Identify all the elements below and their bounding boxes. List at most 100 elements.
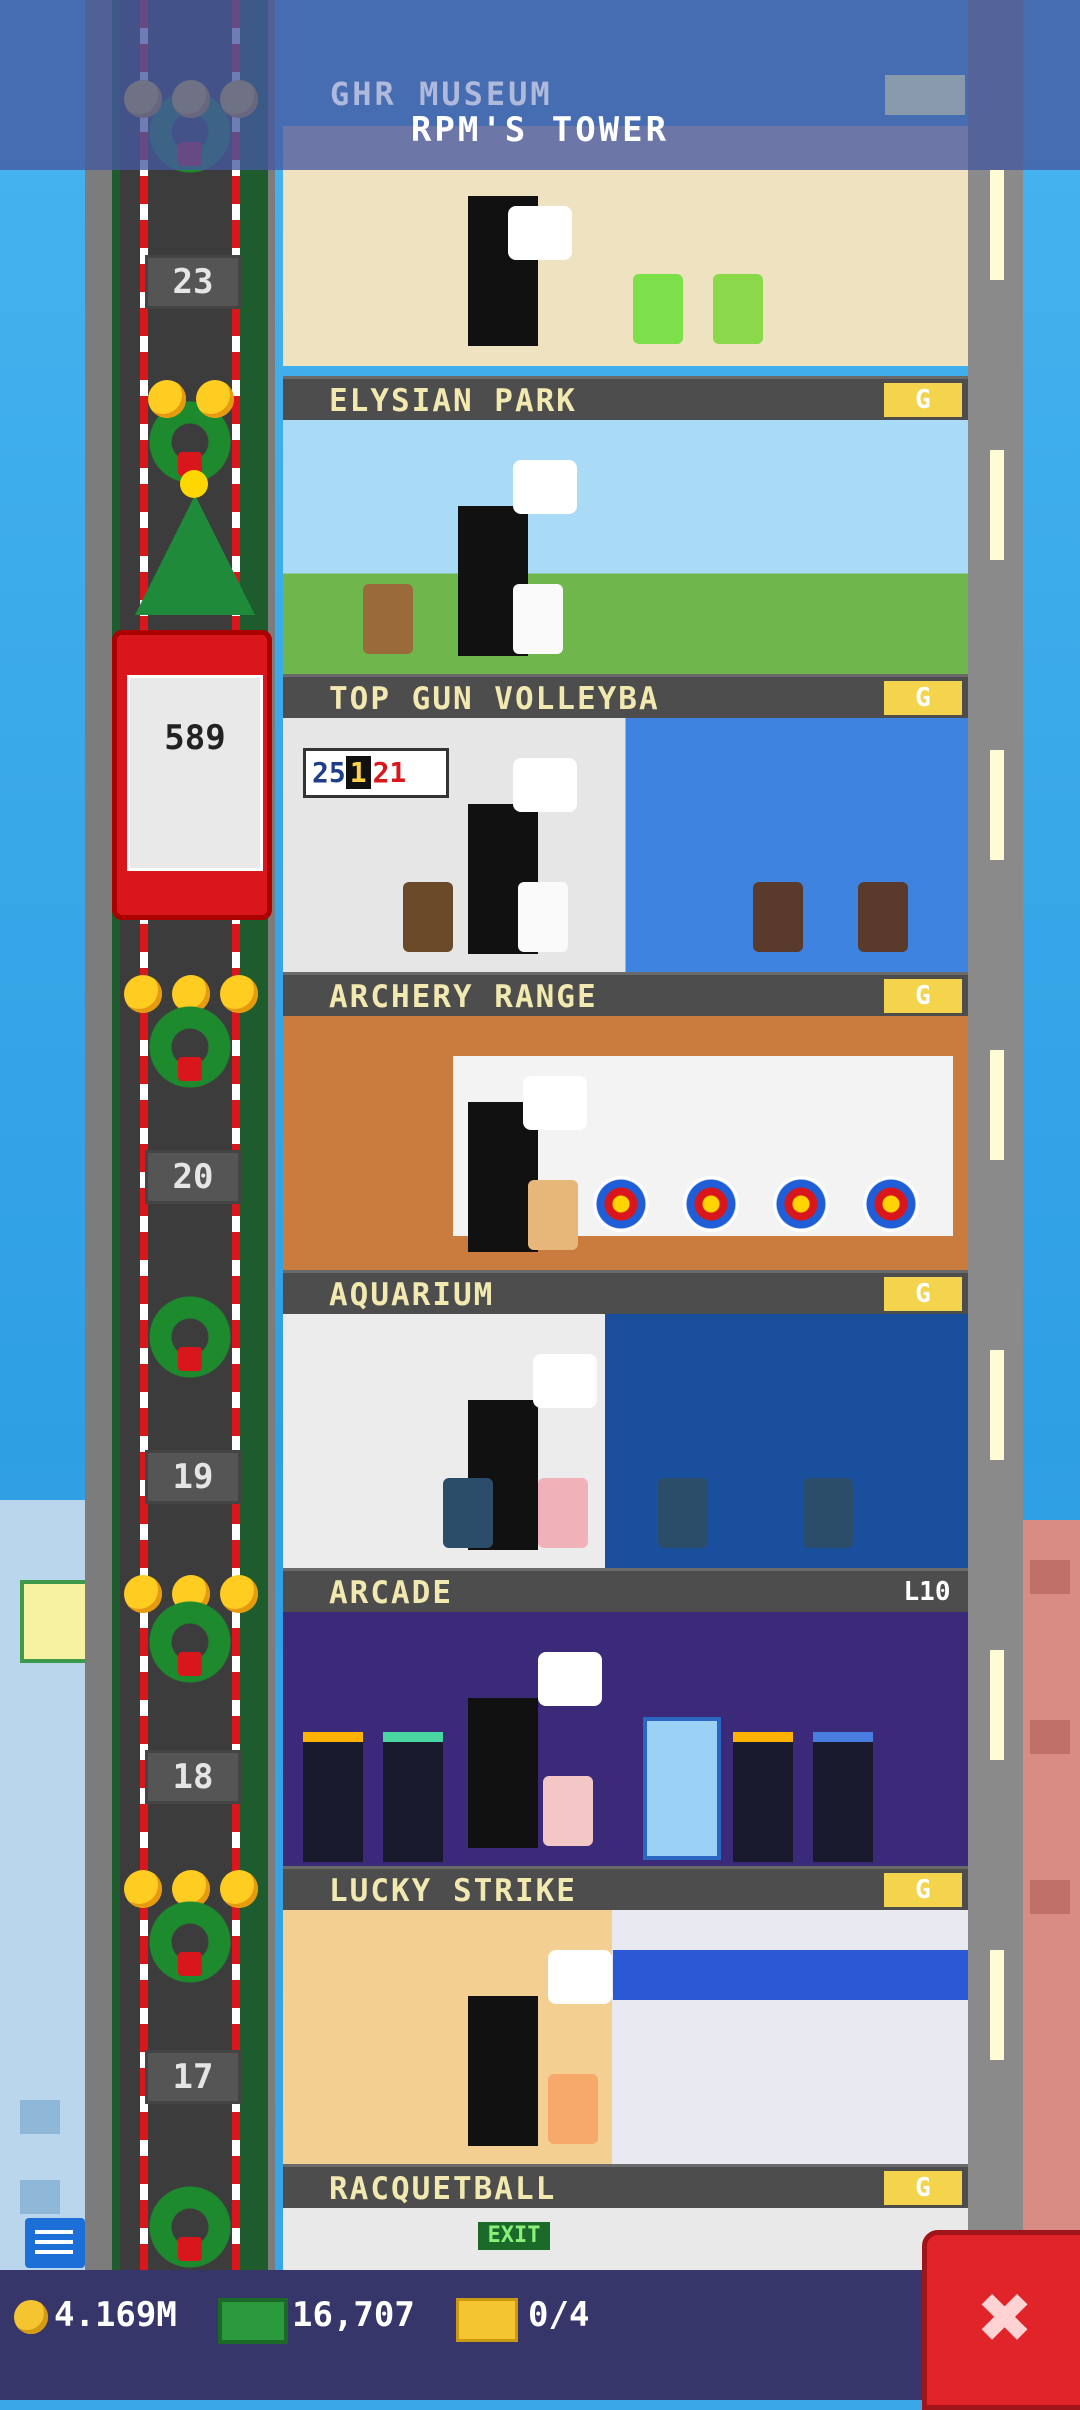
- tower-name[interactable]: RPM'S TOWER: [0, 110, 1080, 150]
- shaft-floor-number: 20: [145, 1150, 241, 1204]
- room-park[interactable]: [283, 420, 968, 676]
- score-home: 25: [312, 756, 346, 789]
- room-bowling[interactable]: [283, 1910, 968, 2166]
- floor-aquarium[interactable]: AQUARIUM G: [283, 1270, 968, 1570]
- speech-bubble-icon: [513, 460, 577, 514]
- visitor: [528, 1180, 578, 1250]
- floor-archery-range[interactable]: ARCHERY RANGE G: [283, 972, 968, 1272]
- floor-top-gun-volleyball[interactable]: TOP GUN VOLLEYBA G 25 1 21: [283, 674, 968, 974]
- floor-badge: G: [884, 979, 962, 1013]
- exit-sign: EXIT: [478, 2222, 550, 2250]
- shaft-floor-number: 23: [145, 255, 241, 309]
- floor-arcade[interactable]: ARCADE L10: [283, 1568, 968, 1868]
- diver-visitor: [803, 1478, 853, 1548]
- tree-star-icon: [180, 470, 208, 498]
- floor-badge: G: [884, 1873, 962, 1907]
- floor-level-badge: L10: [903, 1577, 951, 1607]
- diver-visitor: [658, 1478, 708, 1548]
- visitor: [548, 2074, 598, 2144]
- archery-target-icon: [773, 1176, 829, 1232]
- floor-lucky-strike[interactable]: LUCKY STRIKE G: [283, 1866, 968, 2166]
- star-icon: [124, 975, 162, 1013]
- visitor: [403, 882, 453, 952]
- visitor: [858, 882, 908, 952]
- monkey-visitor: [363, 584, 413, 654]
- visitor: [633, 274, 683, 344]
- floor-badge: G: [884, 2171, 962, 2205]
- chat-button[interactable]: [25, 2218, 85, 2268]
- star-icon: [124, 1870, 162, 1908]
- chat-icon: [35, 2230, 73, 2256]
- ticket-count: 0/4: [528, 2295, 590, 2335]
- star-icon: [220, 1870, 258, 1908]
- room-racquetball[interactable]: EXIT: [283, 2208, 968, 2270]
- scoreboard: 25 1 21: [303, 748, 449, 798]
- visitor: [713, 274, 763, 344]
- archery-target-icon: [683, 1176, 739, 1232]
- close-icon: ✖: [978, 2265, 1034, 2370]
- floor-name: ARCHERY RANGE: [329, 979, 598, 1015]
- ticket-icon: [456, 2298, 518, 2342]
- score-away: 21: [372, 756, 407, 789]
- speech-bubble-icon: [548, 1950, 612, 2004]
- elevator-passenger-count: 589: [164, 718, 226, 758]
- floor-name: ARCADE: [329, 1575, 453, 1611]
- floor-badge: G: [884, 1277, 962, 1311]
- bowling-lane-top: [613, 1950, 968, 2000]
- room-volleyball[interactable]: 25 1 21: [283, 718, 968, 974]
- room-aquarium[interactable]: [283, 1314, 968, 1570]
- arcade-cabinet-icon: [813, 1732, 873, 1862]
- floor-name: ELYSIAN PARK: [329, 383, 577, 419]
- room-archery[interactable]: [283, 1016, 968, 1272]
- floor-label-bar: ARCADE L10: [283, 1568, 968, 1615]
- floor-name: TOP GUN VOLLEYBA: [329, 681, 660, 717]
- star-icon: [220, 1575, 258, 1613]
- wreath-icon: [148, 1005, 232, 1089]
- floor-elysian-park[interactable]: ELYSIAN PARK G: [283, 376, 968, 676]
- arcade-cabinet-icon: [303, 1732, 363, 1862]
- speech-bubble-icon: [508, 206, 572, 260]
- previous-floor-label: GHR MUSEUM: [330, 75, 553, 113]
- score-period: 1: [345, 756, 371, 789]
- snowman-visitor: [518, 882, 568, 952]
- door: [468, 1996, 538, 2146]
- coin-balance: 4.169M: [54, 2295, 177, 2335]
- floor-racquetball[interactable]: RACQUETBALL G EXIT: [283, 2164, 968, 2270]
- floor-label-bar: LUCKY STRIKE G: [283, 1866, 968, 1913]
- close-button[interactable]: ✖: [922, 2230, 1080, 2410]
- door: [468, 1698, 538, 1848]
- archery-target-icon: [593, 1176, 649, 1232]
- candy-stripe-right: [232, 0, 240, 2270]
- floor-name: LUCKY STRIKE: [329, 1873, 577, 1909]
- elevator-car[interactable]: 589: [112, 630, 272, 920]
- floor-badge: G: [884, 383, 962, 417]
- wreath-icon: [148, 1900, 232, 1984]
- speech-bubble-icon: [513, 758, 577, 812]
- visitor: [538, 1478, 588, 1548]
- arcade-cabinet-icon: [383, 1732, 443, 1862]
- speech-bubble-icon: [533, 1354, 597, 1408]
- bux-balance: 16,707: [292, 2295, 415, 2335]
- elevator-cab: 589: [127, 675, 263, 871]
- star-icon: [220, 975, 258, 1013]
- floor-label-bar: ELYSIAN PARK G: [283, 376, 968, 423]
- currency-bar: [0, 2270, 1080, 2400]
- visitor: [753, 882, 803, 952]
- shaft-floor-number: 17: [145, 2050, 241, 2104]
- room-arcade[interactable]: [283, 1612, 968, 1868]
- star-icon: [196, 380, 234, 418]
- tower-right-wall: [968, 0, 1023, 2270]
- speech-bubble-icon: [523, 1076, 587, 1130]
- fries-billboard: [20, 1580, 93, 1663]
- previous-floor-badge: [885, 75, 965, 115]
- floor-badge: G: [884, 681, 962, 715]
- wreath-icon: [148, 2185, 232, 2269]
- diver-visitor: [443, 1478, 493, 1548]
- cash-icon: [218, 2298, 288, 2344]
- floor-name: AQUARIUM: [329, 1277, 495, 1313]
- floor-label-bar: AQUARIUM G: [283, 1270, 968, 1317]
- star-icon: [148, 380, 186, 418]
- snowman-visitor: [513, 584, 563, 654]
- floor-label-bar: TOP GUN VOLLEYBA G: [283, 674, 968, 721]
- bg-building-right: [1020, 1520, 1080, 2270]
